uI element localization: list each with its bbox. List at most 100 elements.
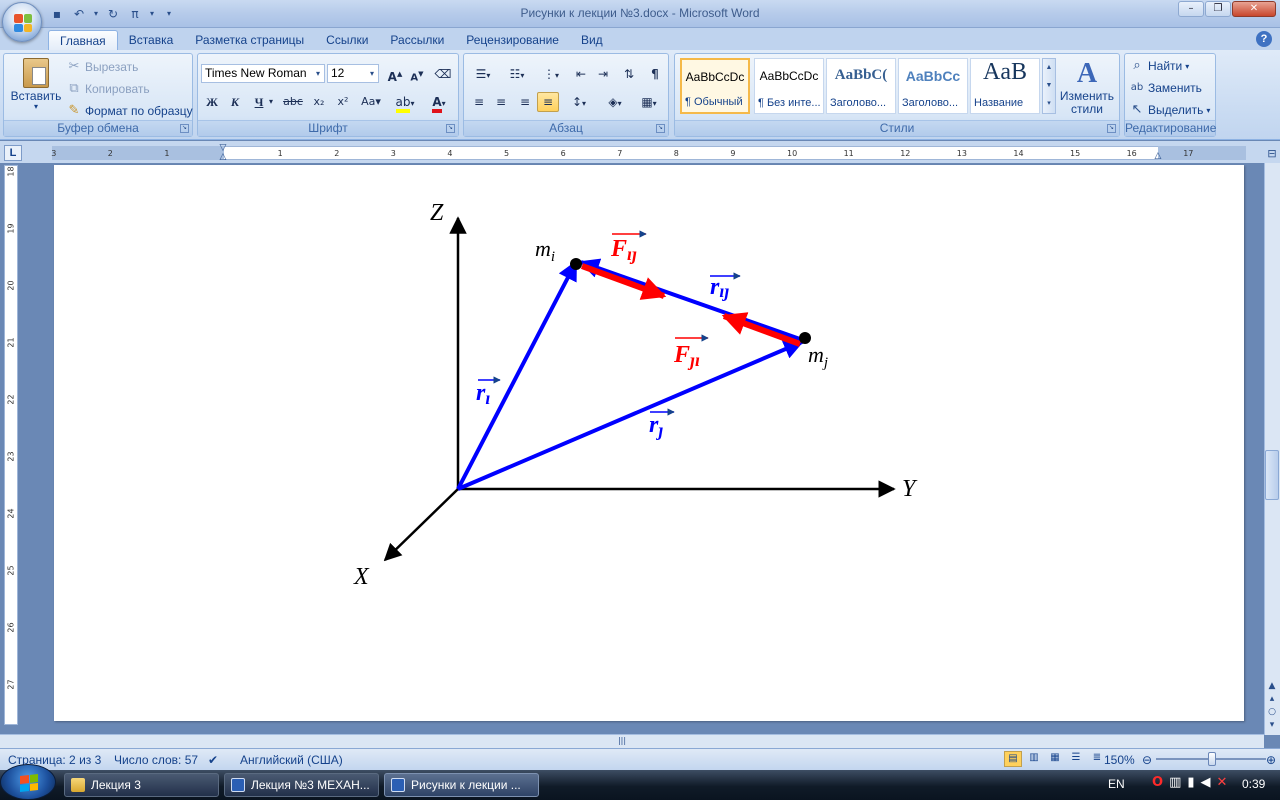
change-styles-button[interactable]: A Изменить стили	[1058, 58, 1116, 116]
zoom-slider-handle[interactable]	[1208, 752, 1216, 766]
dialog-launcher-icon[interactable]: ↘	[656, 124, 665, 133]
font-size-combo[interactable]: 12 ▾	[327, 64, 379, 83]
equation-icon[interactable]: π	[126, 6, 144, 22]
line-spacing-icon[interactable]: ↕▾	[564, 92, 594, 112]
subscript-icon[interactable]: x₂	[308, 92, 330, 112]
minimize-icon[interactable]: –	[1178, 1, 1204, 17]
styles-scroll[interactable]: ▲ ▼ ▾	[1042, 58, 1056, 114]
grow-font-icon[interactable]: A▲	[384, 64, 406, 84]
equation-dropdown-icon[interactable]: ▾	[148, 6, 156, 22]
customize-toolbar-icon[interactable]: ▾	[160, 6, 178, 22]
taskbar-item-folder[interactable]: Лекция 3	[64, 773, 219, 797]
replace-button[interactable]: ab Заменить	[1129, 80, 1202, 96]
change-case-icon[interactable]: Aa▾	[356, 92, 386, 112]
right-indent-icon[interactable]: △	[1153, 151, 1163, 161]
help-icon[interactable]: ?	[1256, 31, 1272, 47]
print-layout-icon[interactable]: ▤	[1004, 751, 1022, 767]
indent-marker-icon[interactable]: ▽ △	[218, 144, 228, 162]
undo-icon[interactable]: ↶	[70, 6, 88, 22]
justify-icon[interactable]: ≡	[537, 92, 559, 112]
tab-references[interactable]: Ссылки	[315, 30, 379, 51]
decrease-indent-icon[interactable]: ⇤	[570, 64, 592, 84]
opera-icon[interactable]: O	[1152, 775, 1163, 790]
strikethrough-icon[interactable]: abc	[282, 92, 304, 112]
usb-icon[interactable]: ▮	[1187, 775, 1194, 790]
web-layout-icon[interactable]: ▦	[1046, 751, 1064, 767]
language-indicator-tray[interactable]: EN	[1108, 777, 1125, 791]
multilevel-list-icon[interactable]: ⋮▾	[536, 64, 566, 84]
bold-icon[interactable]: Ж	[201, 92, 223, 112]
scrollbar-thumb[interactable]	[1265, 450, 1279, 500]
align-right-icon[interactable]: ≡	[514, 92, 536, 112]
style-heading-2[interactable]: AaBbCc Заголово...	[898, 58, 968, 114]
tab-home[interactable]: Главная	[48, 30, 118, 51]
redo-icon[interactable]: ↻	[104, 6, 122, 22]
browse-buttons[interactable]: ▲ ▴ ○ ▾	[1264, 680, 1280, 732]
bullets-icon[interactable]: ☰▾	[468, 64, 498, 84]
paste-button[interactable]: Вставить ▾	[8, 58, 64, 111]
borders-icon[interactable]: ▦▾	[634, 92, 664, 112]
style-title[interactable]: AaB Название	[970, 58, 1040, 114]
start-button[interactable]	[0, 764, 56, 800]
highlight-icon[interactable]: ab▾	[390, 92, 420, 113]
vertical-scrollbar[interactable]	[1264, 163, 1280, 735]
numbering-icon[interactable]: ☷▾	[502, 64, 532, 84]
volume-icon[interactable]: ◀	[1201, 775, 1211, 790]
cut-button[interactable]: ✂ Вырезать	[66, 59, 139, 75]
language-indicator[interactable]: Английский (США)	[240, 753, 343, 767]
tab-selector-icon[interactable]: L	[4, 145, 22, 161]
zoom-out-icon[interactable]: ⊖	[1142, 753, 1152, 767]
style-normal[interactable]: AaBbCcDc ¶ Обычный	[680, 58, 750, 114]
align-left-icon[interactable]: ≡	[468, 92, 490, 112]
copy-button[interactable]: ⧉ Копировать	[66, 81, 149, 97]
ruler-tick-label: 12	[900, 149, 911, 158]
tab-page-layout[interactable]: Разметка страницы	[184, 30, 315, 51]
font-color-icon[interactable]: A▾	[424, 92, 454, 113]
clock[interactable]: 0:39	[1242, 777, 1265, 791]
ruler-tick-label: 1	[164, 149, 170, 158]
align-center-icon[interactable]: ≡	[490, 92, 512, 112]
zoom-level[interactable]: 150%	[1104, 753, 1135, 767]
underline-dropdown-icon[interactable]: ▾	[266, 92, 276, 112]
horizontal-ruler[interactable]	[52, 146, 1246, 160]
style-no-spacing[interactable]: AaBbCcDc ¶ Без инте...	[754, 58, 824, 114]
undo-dropdown-icon[interactable]: ▾	[92, 6, 100, 22]
show-marks-icon[interactable]: ¶	[644, 64, 666, 84]
taskbar-item-word-lecture[interactable]: Лекция №3 МЕХАН...	[224, 773, 379, 797]
close-icon[interactable]: ✕	[1232, 1, 1276, 17]
shrink-font-icon[interactable]: A▼	[406, 64, 428, 84]
tab-mailings[interactable]: Рассылки	[379, 30, 455, 51]
mass-j-label: mj	[808, 342, 828, 371]
tab-view[interactable]: Вид	[570, 30, 614, 51]
select-button[interactable]: ↖ Выделить ▾	[1129, 102, 1211, 118]
tray-alert-icon[interactable]: ✕	[1217, 775, 1228, 790]
view-ruler-icon[interactable]: ⊟	[1264, 147, 1280, 161]
proofing-icon[interactable]: ✔	[208, 753, 218, 767]
italic-icon[interactable]: К	[224, 92, 246, 112]
increase-indent-icon[interactable]: ⇥	[592, 64, 614, 84]
h-scroll-grip-icon[interactable]: |||	[610, 736, 634, 746]
tab-review[interactable]: Рецензирование	[455, 30, 570, 51]
find-button[interactable]: ⌕ Найти ▾	[1129, 58, 1189, 74]
shading-icon[interactable]: ◈▾	[600, 92, 630, 112]
style-heading-1[interactable]: AaBbC( Заголово...	[826, 58, 896, 114]
ruler-tick-label: 4	[447, 149, 453, 158]
clear-formatting-icon[interactable]: ⌫	[432, 64, 454, 84]
restore-icon[interactable]: ❐	[1205, 1, 1231, 17]
word-count[interactable]: Число слов: 57	[114, 753, 198, 767]
superscript-icon[interactable]: x²	[332, 92, 354, 112]
tab-insert[interactable]: Вставка	[118, 30, 185, 51]
network-icon[interactable]: ▥	[1169, 775, 1181, 790]
sort-icon[interactable]: ⇅	[618, 64, 640, 84]
full-screen-icon[interactable]: ▥	[1025, 751, 1043, 767]
taskbar-item-word-figures[interactable]: Рисунки к лекции ...	[384, 773, 539, 797]
dialog-launcher-icon[interactable]: ↘	[446, 124, 455, 133]
zoom-in-icon[interactable]: ⊕	[1266, 753, 1276, 767]
font-name-combo[interactable]: Times New Roman ▾	[201, 64, 325, 83]
format-painter-button[interactable]: ✎ Формат по образцу	[66, 103, 193, 119]
save-icon[interactable]: ▪	[48, 6, 66, 22]
dialog-launcher-icon[interactable]: ↘	[180, 124, 189, 133]
outline-icon[interactable]: ☰	[1067, 751, 1085, 767]
office-button[interactable]	[2, 2, 42, 42]
dialog-launcher-icon[interactable]: ↘	[1107, 124, 1116, 133]
